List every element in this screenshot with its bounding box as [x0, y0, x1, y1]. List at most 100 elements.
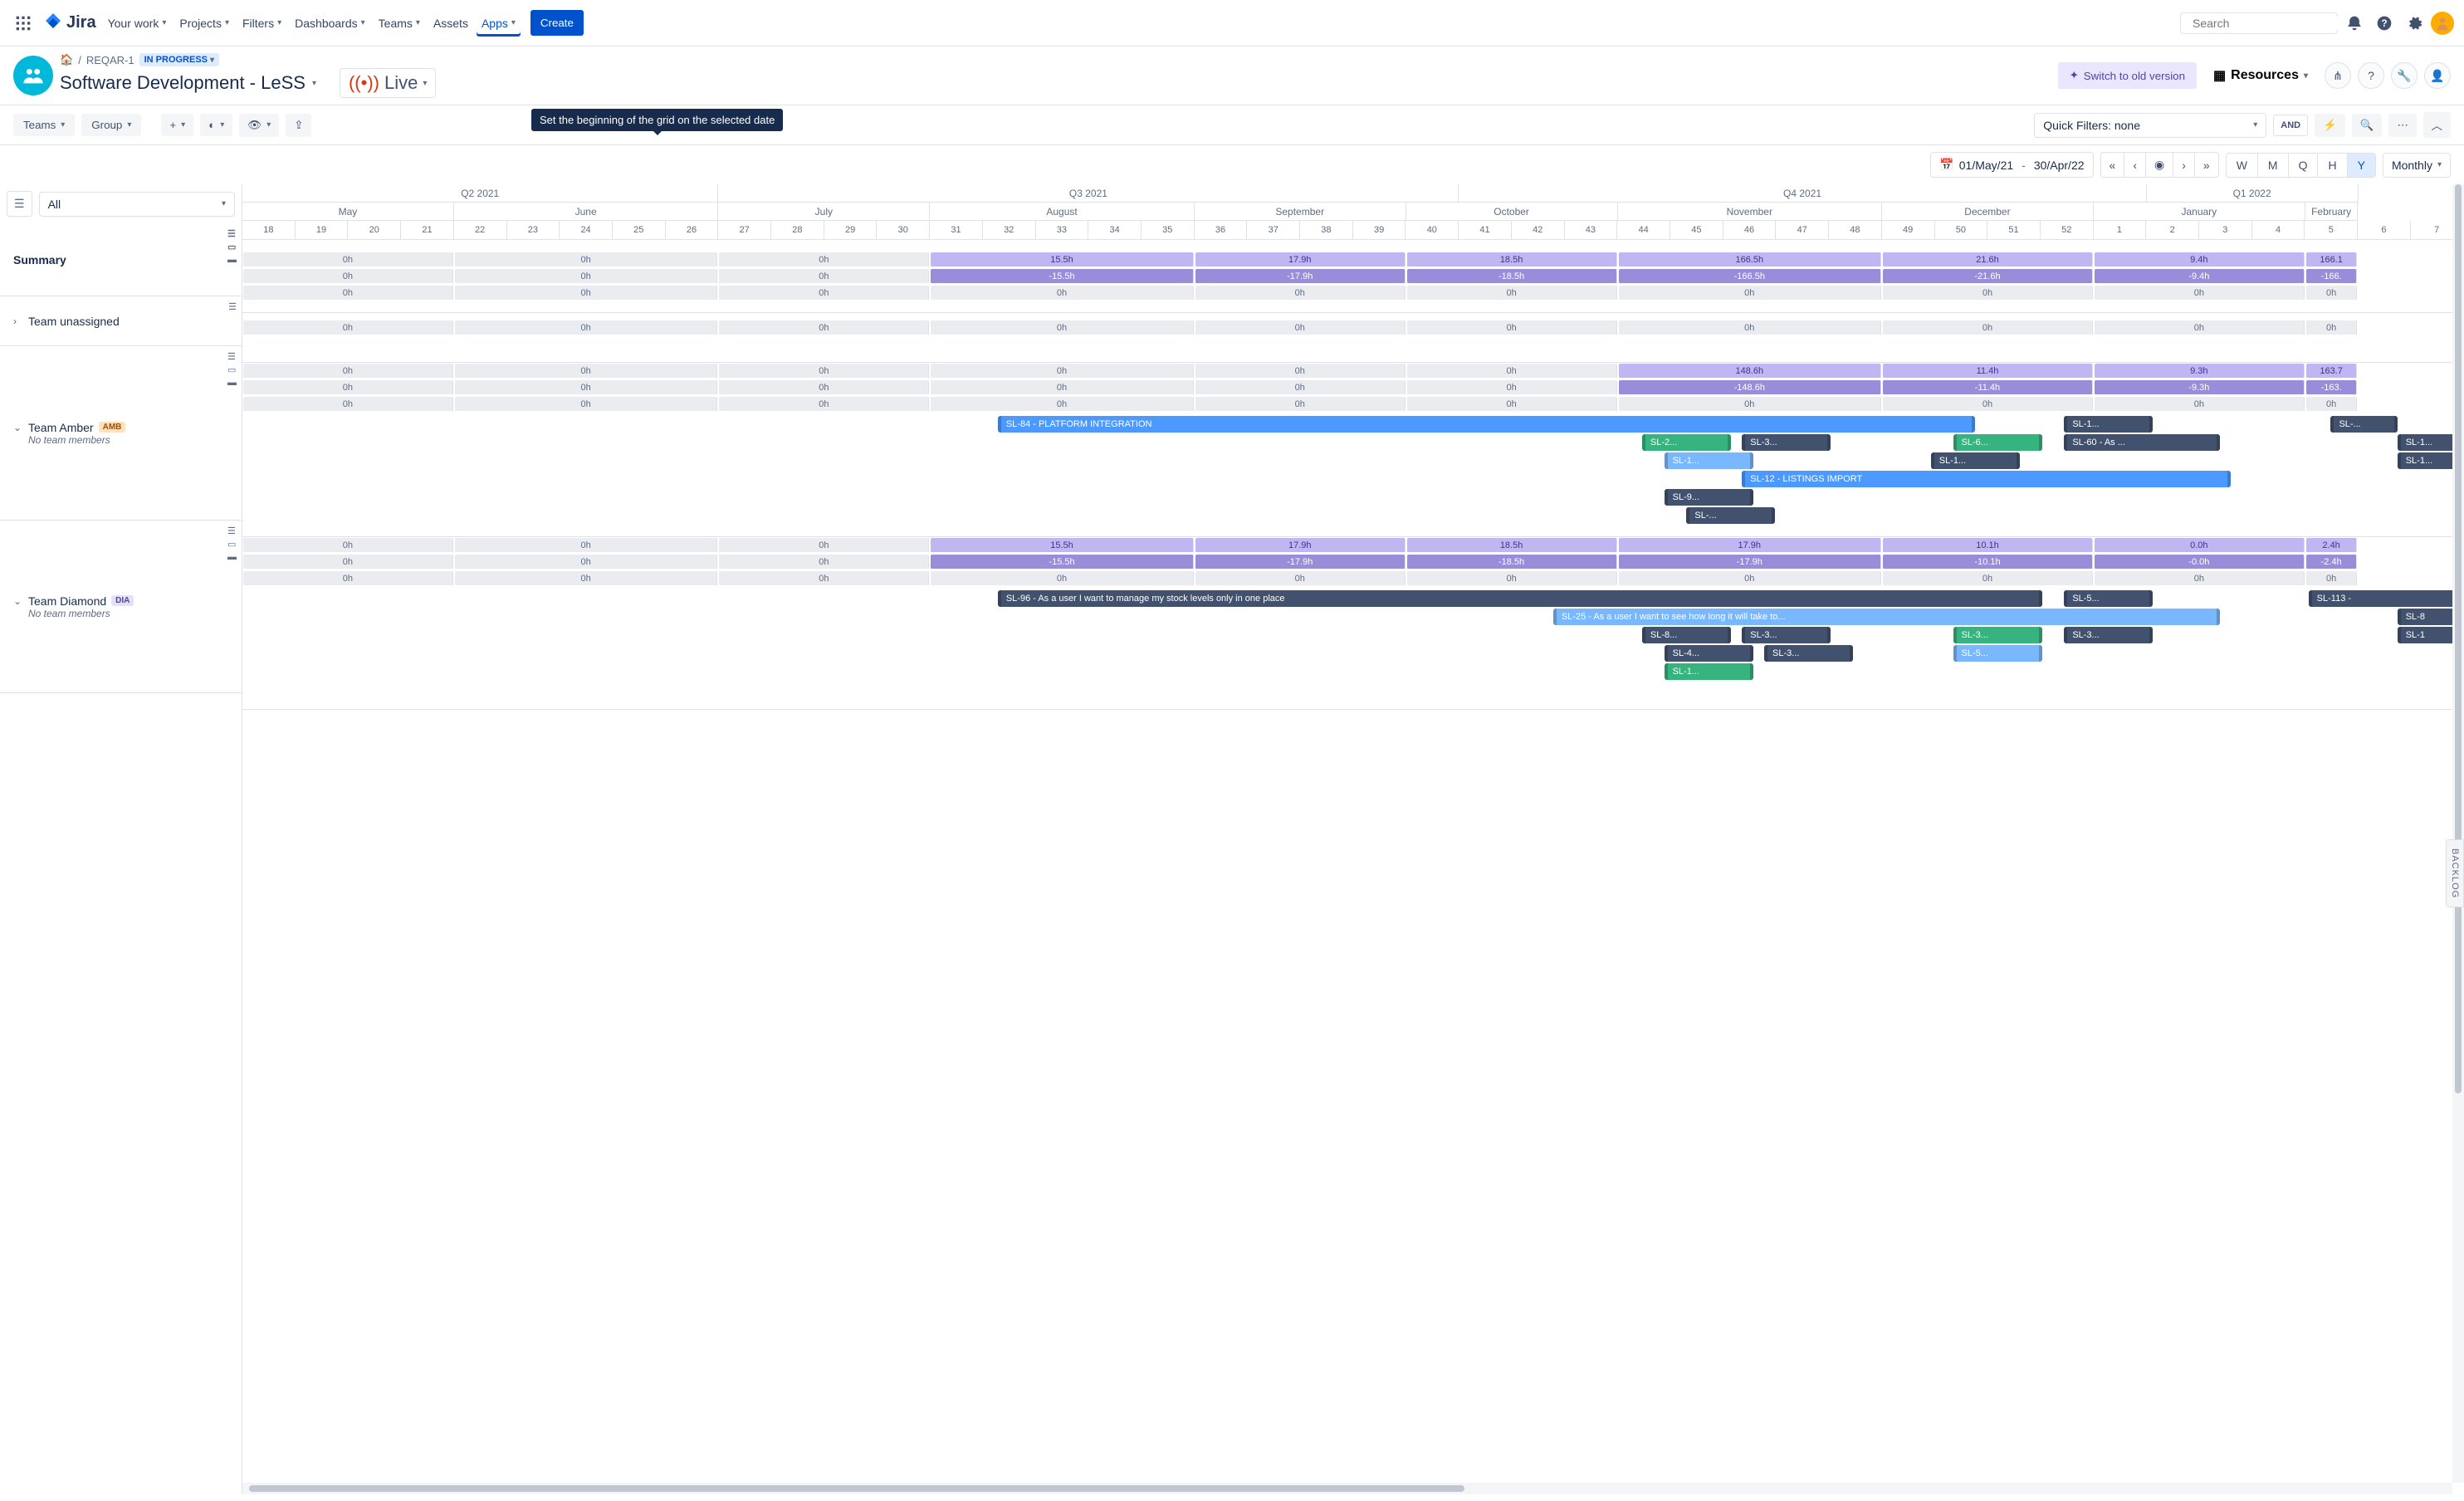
jira-logo[interactable]: Jira	[43, 13, 96, 33]
team-diamond-row[interactable]: ⌄Team DiamondDIA No team members ☰▭▬	[0, 521, 242, 693]
more-button[interactable]: ⋯	[2388, 114, 2416, 137]
data-cell: 21.6h	[1883, 252, 2093, 267]
gantt-bar[interactable]: SL-2...	[1642, 434, 1731, 451]
bolt-button[interactable]: ⚡	[2315, 114, 2345, 137]
vertical-scrollbar[interactable]	[2452, 184, 2464, 1483]
title-dropdown-icon[interactable]: ▾	[312, 79, 316, 88]
week-cell: 4	[2252, 221, 2305, 239]
gantt-bar[interactable]: SL-4...	[1665, 645, 1753, 662]
nav-item-projects[interactable]: Projects ▾	[174, 10, 234, 37]
resources-button[interactable]: ▦ Resources ▾	[2203, 61, 2318, 90]
gantt-bar[interactable]: SL-1...	[1931, 452, 2020, 469]
app-switcher-icon[interactable]	[10, 10, 37, 37]
help-icon[interactable]: ?	[2371, 10, 2398, 37]
breadcrumb-key[interactable]: REQAR-1	[86, 54, 134, 66]
week-cell: 33	[1036, 221, 1089, 239]
nav-item-teams[interactable]: Teams ▾	[374, 10, 425, 37]
gantt-bar[interactable]: SL-113 -	[2309, 590, 2464, 607]
team-unassigned-row[interactable]: ›Team unassigned ☰	[0, 296, 242, 346]
week-cell: 50	[1935, 221, 1988, 239]
chevron-right-icon[interactable]: ›	[13, 315, 23, 327]
gantt-bar[interactable]: SL-5...	[1953, 645, 2042, 662]
view-mode-Y[interactable]: Y	[2348, 154, 2375, 177]
gantt-bar[interactable]: SL-1...	[1665, 663, 1753, 680]
gantt-bar[interactable]: SL-60 - As ...	[2064, 434, 2219, 451]
group-dropdown[interactable]: Group ▾	[81, 114, 141, 136]
data-cell: 0h	[1883, 397, 2093, 412]
gantt-bar[interactable]: SL-96 - As a user I want to manage my st…	[998, 590, 2042, 607]
user-avatar[interactable]	[2431, 12, 2454, 35]
search-field[interactable]	[2193, 17, 2343, 30]
data-cell: 0h	[1407, 364, 1617, 379]
live-badge[interactable]: ((•)) Live ▾	[340, 68, 436, 98]
gantt-bar[interactable]: SL-...	[1686, 507, 1775, 524]
filter-icon[interactable]: ☰	[7, 191, 32, 217]
breadcrumb-home-icon[interactable]: 🏠	[60, 53, 73, 66]
and-toggle[interactable]: AND	[2273, 115, 2308, 136]
gantt-bar[interactable]: SL-12 - LISTINGS IMPORT	[1742, 471, 2231, 487]
gantt-bar[interactable]: SL-1...	[1665, 452, 1753, 469]
wrench-icon[interactable]: 🔧	[2391, 62, 2418, 89]
chevron-down-icon[interactable]: ⌄	[13, 422, 23, 433]
gantt-bar[interactable]: SL-3...	[1764, 645, 1853, 662]
data-cell: 0h	[931, 571, 1194, 586]
gantt-bar[interactable]: SL-9...	[1665, 489, 1753, 506]
gantt-bar[interactable]: SL-5...	[2064, 590, 2153, 607]
gantt-bar[interactable]: SL-8...	[1642, 627, 1731, 643]
notifications-icon[interactable]	[2341, 10, 2368, 37]
share-icon[interactable]: ⋔	[2325, 62, 2351, 89]
status-badge[interactable]: IN PROGRESS ▾	[139, 53, 219, 66]
gantt-bar[interactable]: SL-1...	[2064, 416, 2153, 433]
nav-item-your-work[interactable]: Your work ▾	[103, 10, 172, 37]
week-cell: 46	[1723, 221, 1777, 239]
help2-icon[interactable]: ?	[2358, 62, 2384, 89]
team-amber-row[interactable]: ⌄Team AmberAMB No team members ☰▭▬	[0, 346, 242, 521]
nav-today-icon[interactable]: ◉	[2146, 153, 2173, 177]
gantt-bar[interactable]: SL-25 - As a user I want to see how long…	[1553, 609, 2220, 625]
gantt-bar[interactable]: SL-3...	[1953, 627, 2042, 643]
data-cell: 0h	[719, 364, 929, 379]
data-cell: 0.0h	[2095, 538, 2305, 553]
gantt-bar[interactable]: SL-3...	[2064, 627, 2153, 643]
date-range[interactable]: 📅 01/May/21 - 30/Apr/22	[1930, 152, 2093, 178]
nav-item-apps[interactable]: Apps ▾	[477, 10, 521, 37]
gantt-bar[interactable]: SL-...	[2330, 416, 2397, 433]
eye-button[interactable]: 👁 ▾	[239, 114, 279, 137]
nav-prev-icon[interactable]: ‹	[2124, 153, 2146, 177]
data-cell: 0h	[719, 252, 929, 267]
nav-last-icon[interactable]: »	[2195, 153, 2218, 177]
add-button[interactable]: + ▾	[161, 114, 193, 136]
person-icon[interactable]: 👤	[2424, 62, 2451, 89]
all-select[interactable]: All▾	[39, 192, 235, 217]
nav-next-icon[interactable]: ›	[2173, 153, 2195, 177]
backlog-tab[interactable]: BACKLOG	[2446, 839, 2464, 907]
gantt-bar[interactable]: SL-3...	[1742, 434, 1831, 451]
nav-item-filters[interactable]: Filters ▾	[237, 10, 286, 37]
export-button[interactable]: ⇪	[286, 114, 311, 137]
view-mode-W[interactable]: W	[2227, 154, 2258, 177]
view-mode-H[interactable]: H	[2318, 154, 2347, 177]
horizontal-scrollbar[interactable]	[242, 1483, 2452, 1494]
collapse-button[interactable]: ︿	[2423, 112, 2451, 138]
teams-dropdown[interactable]: Teams ▾	[13, 114, 75, 136]
gantt-bar[interactable]: SL-3...	[1742, 627, 1831, 643]
data-cell: 0h	[719, 320, 929, 335]
chevron-down-icon[interactable]: ⌄	[13, 595, 23, 607]
gantt-bar[interactable]: SL-6...	[1953, 434, 2042, 451]
switch-version-button[interactable]: ✦ Switch to old version	[2058, 62, 2197, 89]
gantt-bar[interactable]: SL-84 - PLATFORM INTEGRATION	[998, 416, 1975, 433]
nav-item-dashboards[interactable]: Dashboards ▾	[290, 10, 370, 37]
data-cell: 0h	[243, 252, 453, 267]
settings-icon[interactable]	[2401, 10, 2427, 37]
data-row: 0h0h0h0h0h0h0h0h0h0h	[242, 285, 2464, 301]
nav-item-assets[interactable]: Assets	[428, 10, 473, 37]
search-button[interactable]: 🔍	[2352, 114, 2383, 137]
view-mode-Q[interactable]: Q	[2289, 154, 2319, 177]
quick-filters-select[interactable]: Quick Filters: none▾	[2034, 113, 2266, 138]
search-input[interactable]	[2180, 12, 2338, 34]
create-button[interactable]: Create	[530, 10, 584, 36]
view-mode-M[interactable]: M	[2258, 154, 2289, 177]
nav-first-icon[interactable]: «	[2101, 153, 2125, 177]
contrast-button[interactable]: ◐ ▾	[200, 114, 232, 136]
period-select[interactable]: Monthly ▾	[2383, 153, 2451, 178]
